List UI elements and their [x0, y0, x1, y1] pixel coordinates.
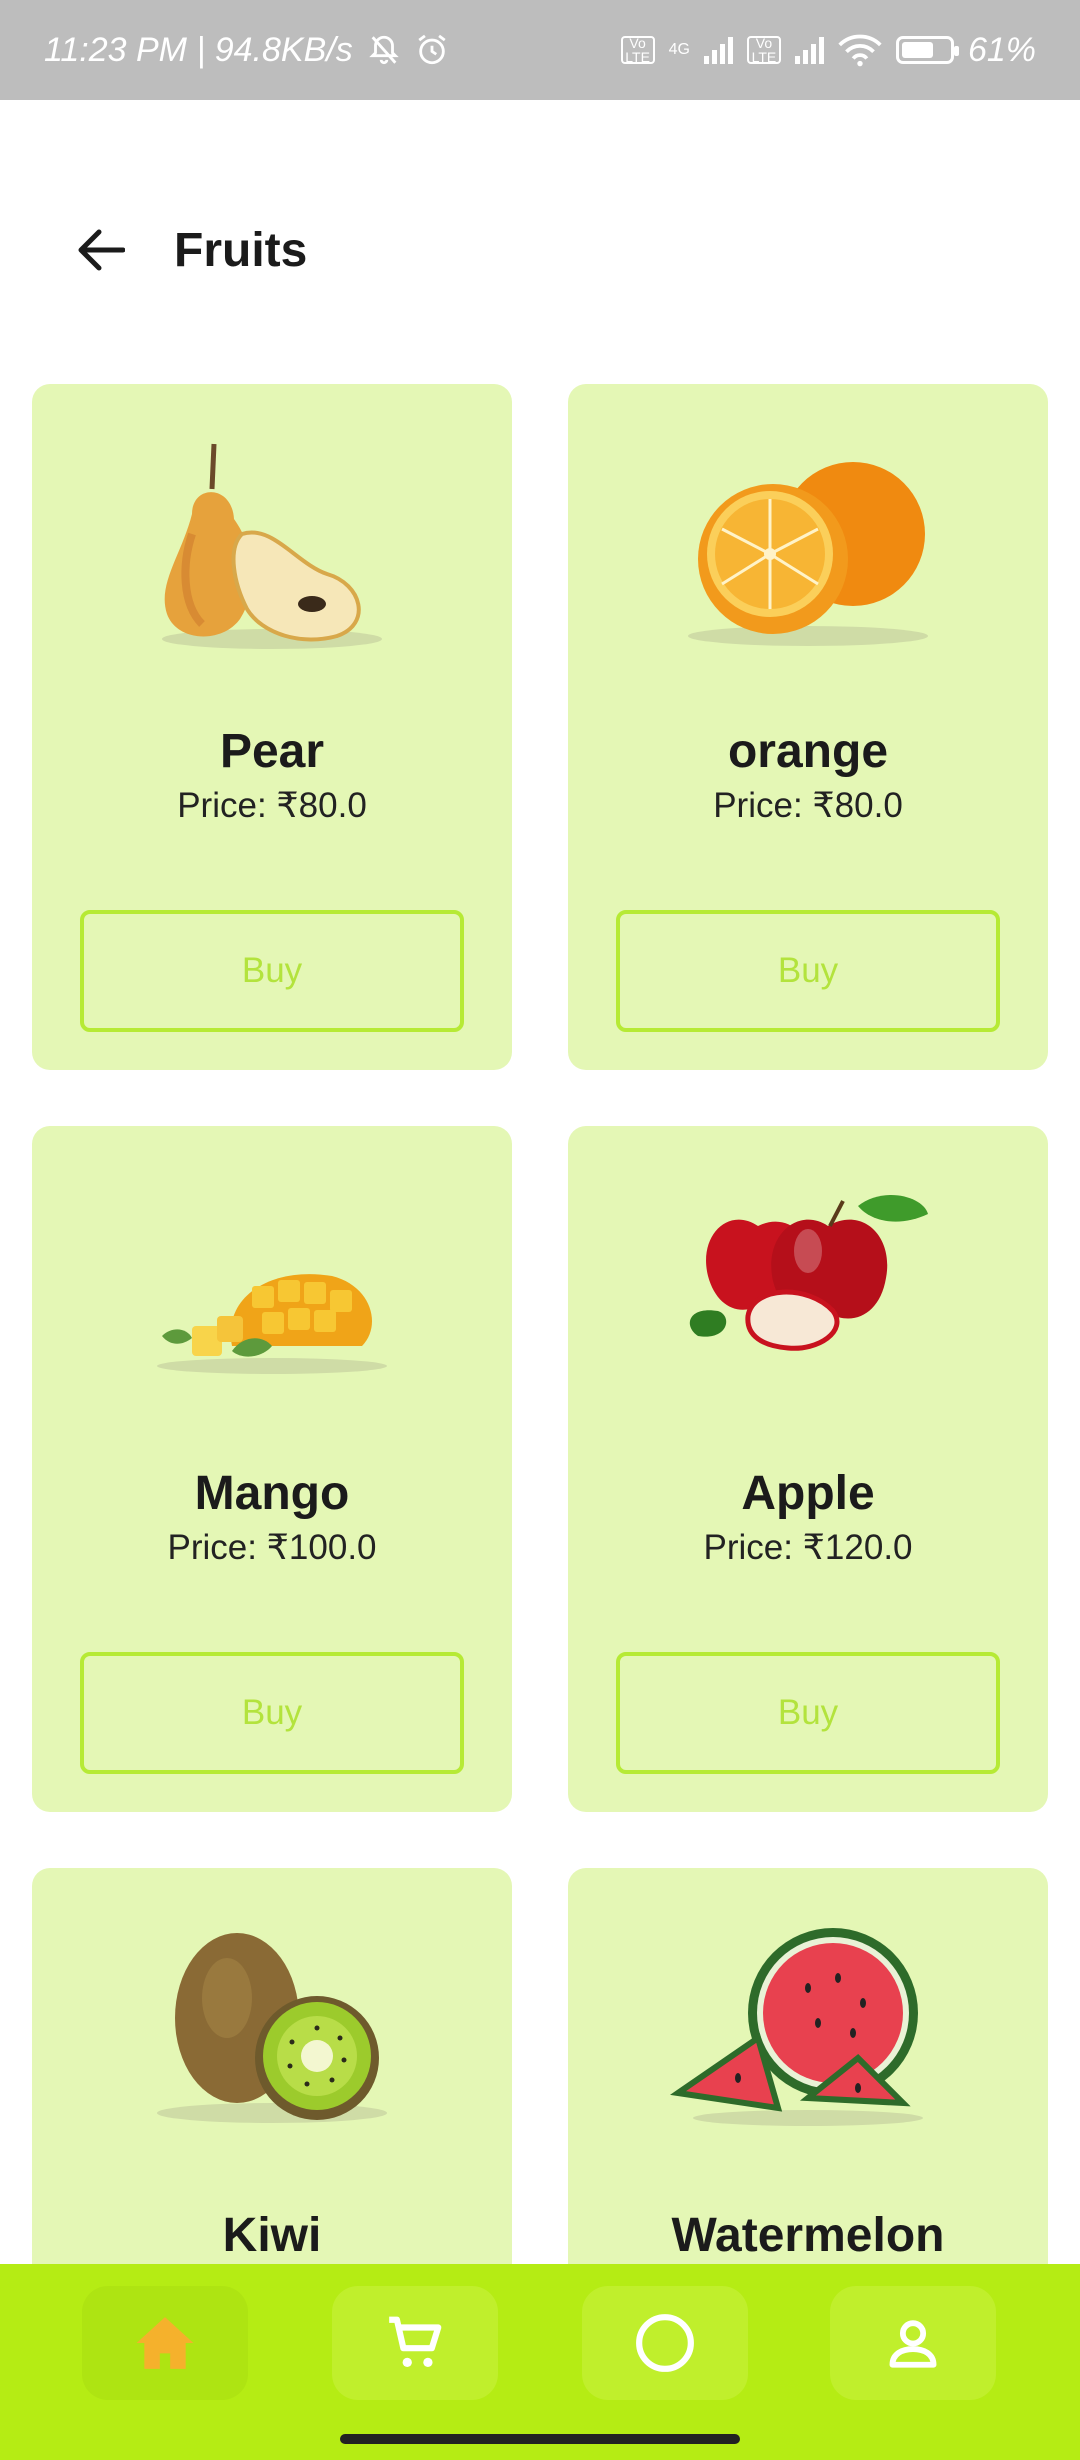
status-bar: 11:23 PM | 94.8KB/s Vo LTE 4G Vo LTE 61% — [0, 0, 1080, 100]
volte-badge-1: Vo LTE — [620, 36, 655, 64]
signal-icon-2 — [794, 36, 824, 64]
arrow-left-icon — [78, 229, 125, 271]
buy-button[interactable]: Buy — [80, 1652, 464, 1774]
notifications-off-icon — [367, 33, 401, 67]
nav-cart[interactable] — [332, 2286, 498, 2400]
orange-image — [688, 462, 928, 646]
mango-image — [157, 1274, 387, 1374]
product-card-mango[interactable]: Mango Price: ₹100.0 Buy — [32, 1126, 512, 1812]
wifi-icon — [838, 33, 882, 67]
back-button[interactable] — [70, 220, 130, 280]
battery-icon — [895, 36, 959, 64]
cart-icon — [389, 2316, 442, 2368]
product-name: Pear — [219, 725, 325, 778]
buy-button[interactable]: Buy — [616, 1652, 1000, 1774]
product-name: orange — [727, 725, 889, 778]
product-price: Price: ₹100.0 — [167, 1528, 377, 1567]
watermelon-image — [670, 1928, 923, 2126]
status-left: 11:23 PM | 94.8KB/s — [44, 31, 449, 70]
product-name: Watermelon — [671, 2209, 945, 2262]
product-card-apple[interactable]: Apple Price: ₹120.0 Buy — [568, 1126, 1048, 1812]
pear-image — [162, 443, 382, 649]
status-right: Vo LTE 4G Vo LTE 61% — [620, 30, 1036, 70]
nav-home[interactable] — [82, 2286, 248, 2400]
circle-icon — [636, 2314, 694, 2372]
home-icon — [136, 2317, 194, 2369]
status-time: 11:23 PM | 94.8KB/s — [44, 30, 353, 69]
product-price: Price: ₹80.0 — [177, 786, 367, 825]
product-card-pear[interactable]: Pear Price: ₹80.0 Buy — [32, 384, 512, 1070]
product-price: Price: ₹120.0 — [703, 1528, 913, 1567]
product-name: Apple — [741, 1467, 875, 1520]
kiwi-image — [157, 1933, 387, 2123]
product-card-orange[interactable]: orange Price: ₹80.0 Buy — [568, 384, 1048, 1070]
product-name: Kiwi — [222, 2209, 322, 2262]
app-header: Fruits — [0, 190, 1080, 310]
nav-circle[interactable] — [582, 2286, 748, 2400]
buy-button[interactable]: Buy — [80, 910, 464, 1032]
bottom-nav — [0, 2264, 1080, 2460]
buy-button[interactable]: Buy — [616, 910, 1000, 1032]
nav-profile[interactable] — [830, 2286, 996, 2400]
profile-icon — [889, 2320, 937, 2368]
volte-badge-2: Vo LTE — [746, 36, 781, 64]
network-type: 4G — [668, 41, 690, 58]
product-price: Price: ₹80.0 — [713, 786, 903, 825]
alarm-icon — [415, 33, 449, 67]
signal-icon-1 — [703, 36, 733, 64]
home-indicator[interactable] — [340, 2434, 740, 2444]
product-name: Mango — [194, 1467, 350, 1520]
battery-level: 61% — [967, 30, 1036, 69]
product-grid: Pear Price: ₹80.0 Buy orange Price: ₹80.… — [32, 384, 1048, 2460]
apple-image — [689, 1194, 928, 1351]
page-title: Fruits — [174, 223, 308, 277]
